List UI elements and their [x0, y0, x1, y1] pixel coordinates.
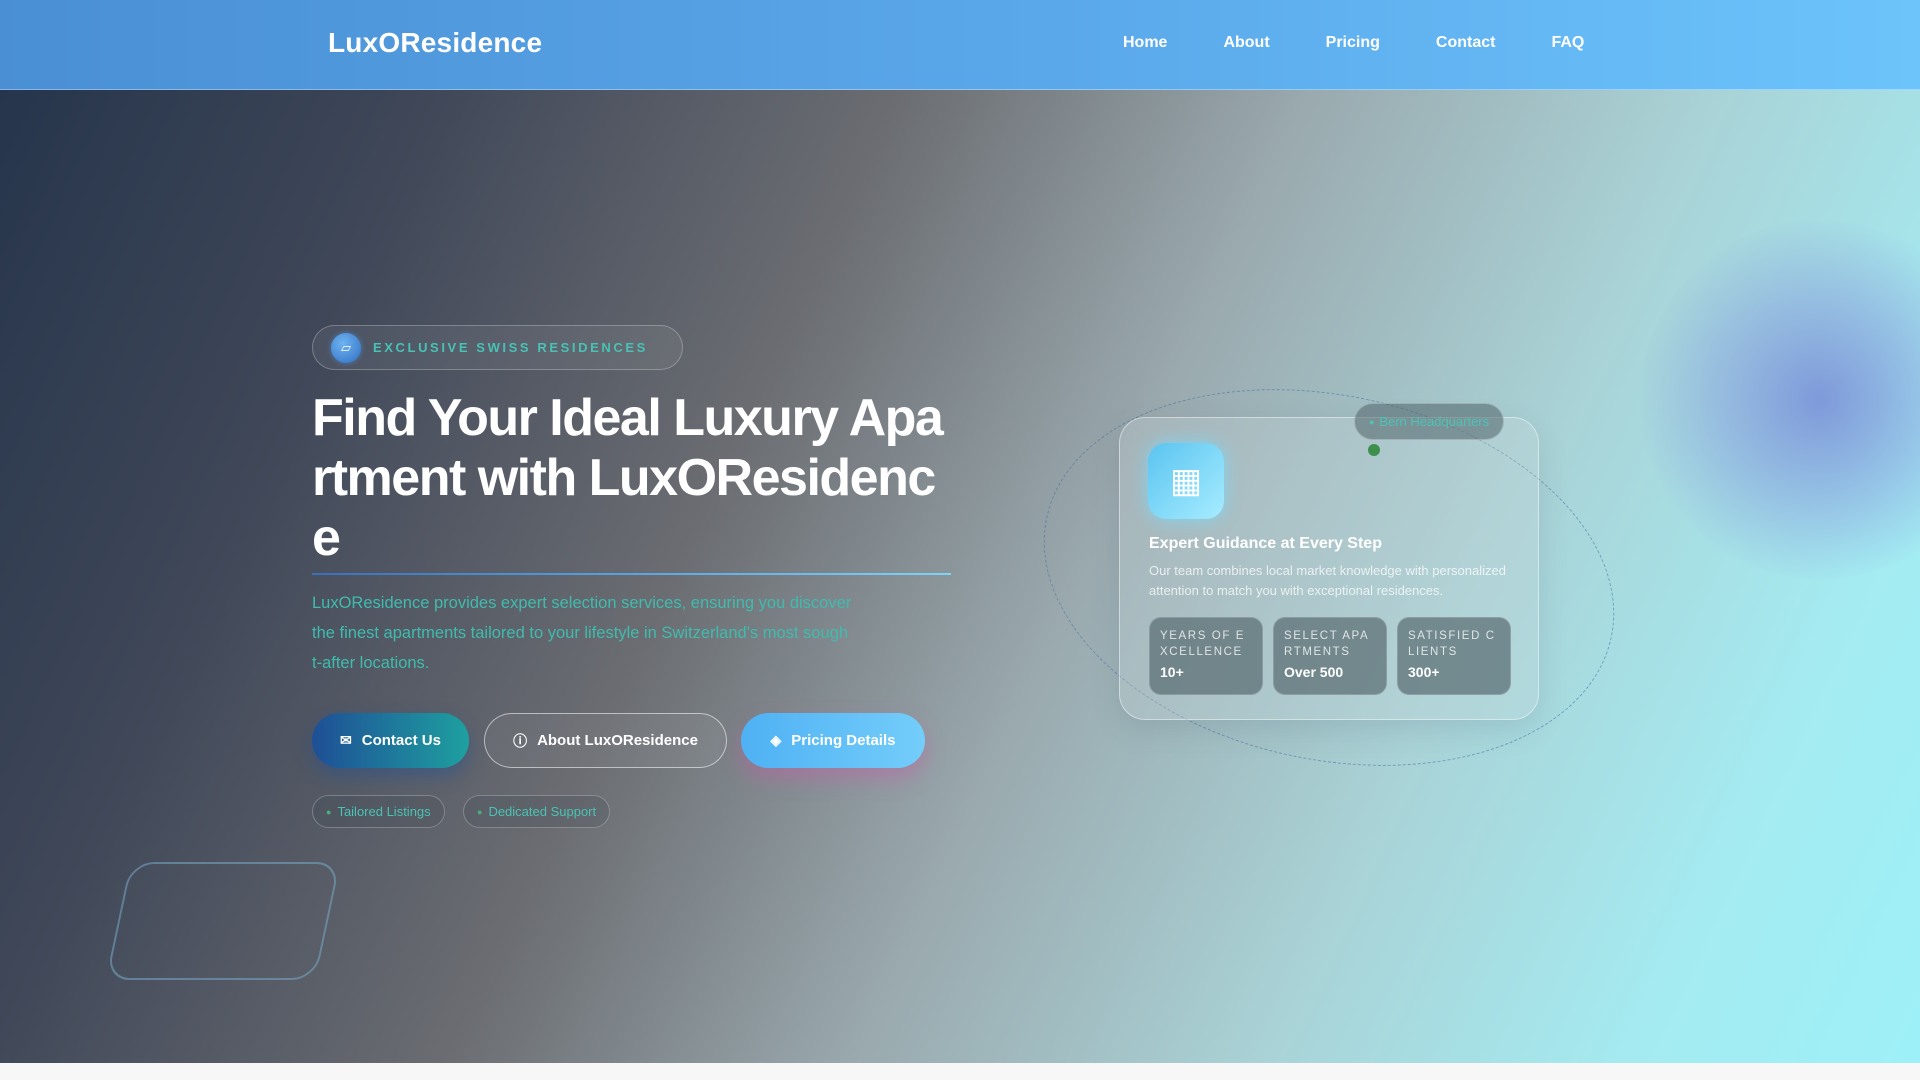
about-button[interactable]: ⓘ About LuxOResidence	[484, 713, 727, 768]
card-title: Expert Guidance at Every Step	[1149, 535, 1382, 552]
stat-select-apartments: SELECT APARTMENTS Over 500	[1273, 617, 1387, 695]
stat-value: 10+	[1160, 664, 1184, 680]
hero-bottom-strip	[0, 1063, 1920, 1080]
pricing-details-label: Pricing Details	[791, 732, 896, 749]
nav-link-faq[interactable]: FAQ	[1551, 34, 1584, 52]
info-card: ▦ Expert Guidance at Every Step Our team…	[1119, 417, 1539, 720]
hero-badge: ▱ EXCLUSIVE SWISS RESIDENCES	[312, 325, 683, 370]
nav-link-pricing[interactable]: Pricing	[1326, 34, 1380, 52]
decorative-glow	[1640, 220, 1920, 580]
pricing-details-button[interactable]: ◈ Pricing Details	[741, 713, 925, 768]
tag-icon: ▱	[331, 332, 361, 363]
stat-label: SELECT APARTMENTS	[1284, 630, 1370, 658]
navbar: LuxOResidence Home About Pricing Contact…	[0, 0, 1920, 90]
contact-us-label: Contact Us	[361, 732, 441, 749]
info-icon: ⓘ	[513, 732, 528, 749]
check-icon: ●	[326, 806, 332, 817]
feature-tag-label: Dedicated Support	[488, 804, 597, 819]
map-pin-icon: ●	[1368, 416, 1375, 427]
stat-years-of-excellence: YEARS OF EXCELLENCE 10+	[1149, 617, 1263, 695]
building-icon: ▦	[1148, 443, 1224, 519]
check-icon: ●	[477, 806, 483, 817]
site-logo[interactable]: LuxOResidence	[328, 27, 542, 59]
hero-title: Find Your Ideal Luxury Apartment with Lu…	[312, 389, 944, 567]
decorative-shape	[105, 862, 341, 980]
stat-value: Over 500	[1284, 664, 1344, 680]
feature-tag-dedicated-support: ● Dedicated Support	[463, 795, 611, 828]
title-underline	[312, 573, 951, 575]
card-description: Our team combines local market knowledge…	[1149, 563, 1506, 598]
hero-section	[0, 90, 1920, 1063]
stats-row: YEARS OF EXCELLENCE 10+ SELECT APARTMENT…	[1149, 617, 1511, 695]
location-pill: ● Bern Headquarters	[1354, 403, 1504, 440]
nav-link-about[interactable]: About	[1223, 34, 1269, 52]
stat-label: YEARS OF EXCELLENCE	[1160, 630, 1246, 658]
stat-value: 300+	[1408, 664, 1440, 680]
stat-satisfied-clients: SATISFIED CLIENTS 300+	[1397, 617, 1511, 695]
location-label: Bern Headquarters	[1379, 414, 1490, 429]
about-label: About LuxOResidence	[537, 732, 698, 749]
nav-link-home[interactable]: Home	[1123, 34, 1167, 52]
main-nav: Home About Pricing Contact FAQ	[1123, 34, 1584, 52]
contact-us-button[interactable]: ✉ Contact Us	[312, 713, 469, 768]
mail-icon: ✉	[340, 732, 352, 748]
hero-description: LuxOResidence provides expert selection …	[312, 594, 852, 672]
feature-tag-label: Tailored Listings	[337, 804, 431, 819]
stat-label: SATISFIED CLIENTS	[1408, 630, 1496, 658]
status-dot	[1368, 444, 1380, 456]
feature-tag-tailored-listings: ● Tailored Listings	[312, 795, 445, 828]
price-tag-icon: ◈	[770, 732, 782, 748]
nav-link-contact[interactable]: Contact	[1436, 34, 1496, 52]
hero-badge-text: EXCLUSIVE SWISS RESIDENCES	[373, 340, 648, 355]
